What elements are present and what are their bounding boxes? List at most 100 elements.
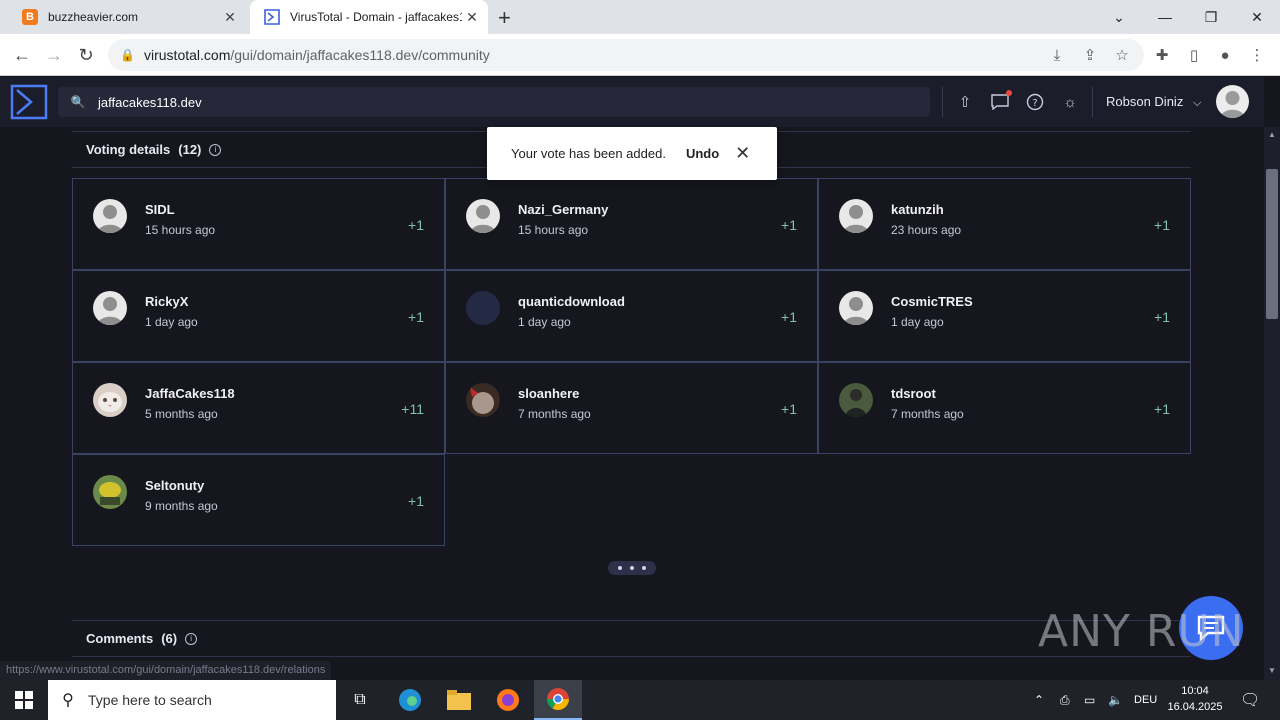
taskbar-clock[interactable]: 10:04 16.04.2025 bbox=[1162, 683, 1228, 715]
windows-start-icon[interactable] bbox=[4, 684, 44, 716]
edge-icon[interactable] bbox=[390, 684, 430, 716]
vote-score: +1 bbox=[408, 309, 424, 325]
tray-chevron-up-icon[interactable]: ⌃ bbox=[1034, 680, 1044, 720]
vt-search-input[interactable]: 🔍 jaffacakes118.dev bbox=[58, 87, 930, 117]
browser-menu-icon[interactable]: ⋮ bbox=[1246, 44, 1268, 66]
chrome-icon[interactable] bbox=[534, 680, 582, 720]
forward-icon[interactable]: → bbox=[41, 42, 67, 68]
vote-score: +1 bbox=[408, 217, 424, 233]
vote-card[interactable]: Nazi_Germany 15 hours ago +1 bbox=[445, 178, 818, 270]
scroll-up-icon[interactable]: ▲ bbox=[1268, 130, 1276, 139]
voter-name[interactable]: katunzih bbox=[891, 202, 944, 217]
user-avatar[interactable] bbox=[1216, 85, 1249, 118]
divider bbox=[72, 620, 1191, 621]
share-icon[interactable]: ⇪ bbox=[1079, 44, 1101, 66]
minimize-icon[interactable]: — bbox=[1142, 0, 1188, 34]
vote-card[interactable]: RickyX 1 day ago +1 bbox=[72, 270, 445, 362]
vote-added-toast: Your vote has been added. Undo ✕ bbox=[487, 127, 777, 180]
user-menu[interactable]: Robson Diniz ⌵ bbox=[1106, 94, 1201, 110]
language-indicator[interactable]: DEU bbox=[1134, 680, 1157, 720]
search-value: jaffacakes118.dev bbox=[98, 94, 202, 110]
help-icon[interactable]: ? bbox=[1024, 91, 1046, 113]
notification-center-icon[interactable]: 🗨 bbox=[1240, 680, 1260, 720]
vote-score: +1 bbox=[781, 309, 797, 325]
voter-name[interactable]: Seltonuty bbox=[145, 478, 204, 493]
voter-name[interactable]: tdsroot bbox=[891, 386, 936, 401]
reload-icon[interactable]: ↻ bbox=[73, 42, 99, 68]
tab-search-chevron-icon[interactable]: ⌄ bbox=[1096, 0, 1142, 34]
volume-icon[interactable]: 🔈 bbox=[1108, 680, 1123, 720]
svg-text:?: ? bbox=[1032, 98, 1037, 109]
url-path: /gui/domain/jaffacakes118.dev/community bbox=[230, 47, 490, 63]
vote-card[interactable]: Seltonuty 9 months ago +1 bbox=[72, 454, 445, 546]
voter-name[interactable]: SIDL bbox=[145, 202, 175, 217]
vote-card[interactable]: quanticdownload 1 day ago +1 bbox=[445, 270, 818, 362]
close-icon[interactable]: ✕ bbox=[735, 143, 750, 164]
vote-card[interactable]: tdsroot 7 months ago +1 bbox=[818, 362, 1191, 454]
info-icon[interactable]: i bbox=[209, 143, 222, 156]
load-more-button[interactable] bbox=[608, 561, 656, 575]
vote-card[interactable]: JaffaCakes118 5 months ago +11 bbox=[72, 362, 445, 454]
voter-name[interactable]: Nazi_Germany bbox=[518, 202, 608, 217]
file-explorer-icon[interactable] bbox=[439, 684, 479, 716]
tab-virustotal[interactable]: VirusTotal - Domain - jaffacakes1 ✕ bbox=[250, 0, 488, 34]
network-icon[interactable]: ▭ bbox=[1084, 680, 1095, 720]
close-tab-icon[interactable]: ✕ bbox=[220, 9, 240, 26]
toast-message: Your vote has been added. bbox=[511, 146, 666, 161]
tab-buzzheavier[interactable]: B buzzheavier.com ✕ bbox=[8, 0, 246, 34]
notifications-icon[interactable] bbox=[989, 90, 1012, 113]
vote-score: +1 bbox=[1154, 309, 1170, 325]
profile-icon[interactable]: ● bbox=[1214, 44, 1236, 66]
firefox-icon[interactable] bbox=[488, 684, 528, 716]
scrollbar-thumb[interactable] bbox=[1266, 169, 1278, 319]
close-tab-icon[interactable]: ✕ bbox=[462, 9, 482, 26]
taskbar-search-placeholder: Type here to search bbox=[88, 692, 212, 708]
close-window-icon[interactable]: ✕ bbox=[1234, 0, 1280, 34]
voter-name[interactable]: JaffaCakes118 bbox=[145, 386, 235, 401]
new-tab-icon[interactable]: + bbox=[498, 5, 511, 31]
info-icon[interactable]: i bbox=[185, 632, 198, 645]
vote-score: +1 bbox=[781, 217, 797, 233]
vote-card[interactable]: katunzih 23 hours ago +1 bbox=[818, 178, 1191, 270]
vote-card[interactable]: sloanhere 7 months ago +1 bbox=[445, 362, 818, 454]
voter-name[interactable]: sloanhere bbox=[518, 386, 579, 401]
comments-title: Comments bbox=[86, 631, 154, 646]
scroll-down-icon[interactable]: ▼ bbox=[1268, 666, 1276, 675]
theme-toggle-icon[interactable]: ☼ bbox=[1059, 91, 1081, 113]
maximize-icon[interactable]: ❐ bbox=[1188, 0, 1234, 34]
vote-score: +1 bbox=[1154, 217, 1170, 233]
search-icon: 🔍 bbox=[70, 95, 86, 109]
vote-time: 5 months ago bbox=[145, 407, 218, 421]
voter-name[interactable]: CosmicTRES bbox=[891, 294, 973, 309]
extensions-icon[interactable]: ✚ bbox=[1151, 44, 1173, 66]
upload-icon[interactable]: ⇧ bbox=[954, 91, 976, 113]
voting-details-title: Voting details bbox=[86, 142, 171, 157]
voter-name[interactable]: RickyX bbox=[145, 294, 188, 309]
photo-avatar-icon bbox=[93, 475, 127, 509]
clock-date: 16.04.2025 bbox=[1167, 701, 1223, 713]
blank-avatar-icon bbox=[466, 291, 500, 325]
comments-header: Comments (6) i bbox=[86, 631, 198, 646]
default-avatar-icon bbox=[93, 291, 127, 325]
default-avatar-icon bbox=[466, 199, 500, 233]
download-icon[interactable]: ⤓ bbox=[1046, 44, 1068, 66]
voter-name[interactable]: quanticdownload bbox=[518, 294, 625, 309]
side-panel-icon[interactable]: ▯ bbox=[1183, 44, 1205, 66]
page-scrollbar[interactable]: ▲ ▼ bbox=[1264, 127, 1280, 680]
undo-button[interactable]: Undo bbox=[686, 146, 719, 161]
anyrun-watermark: ANY RUN bbox=[1038, 606, 1245, 657]
vt-header: 🔍 jaffacakes118.dev ⇧ ? ☼ Robson Diniz ⌵ bbox=[0, 77, 1264, 127]
vt-logo-icon[interactable] bbox=[10, 84, 48, 120]
tray-device-icon[interactable]: ⎙ bbox=[1060, 680, 1070, 720]
bookmark-star-icon[interactable]: ☆ bbox=[1111, 44, 1133, 66]
vote-card[interactable]: SIDL 15 hours ago +1 bbox=[72, 178, 445, 270]
task-view-icon[interactable]: ⧉ bbox=[340, 684, 380, 716]
user-name: Robson Diniz bbox=[1106, 94, 1184, 109]
vote-time: 15 hours ago bbox=[145, 223, 216, 237]
back-icon[interactable]: ← bbox=[9, 42, 35, 68]
community-content: Voting details (12) i SIDL 15 hours ago … bbox=[0, 127, 1264, 680]
address-bar[interactable]: 🔒 virustotal.com/gui/domain/jaffacakes11… bbox=[108, 39, 1144, 71]
taskbar-search-input[interactable]: ⚲ Type here to search bbox=[48, 680, 336, 720]
divider bbox=[72, 656, 1191, 657]
vote-card[interactable]: CosmicTRES 1 day ago +1 bbox=[818, 270, 1191, 362]
